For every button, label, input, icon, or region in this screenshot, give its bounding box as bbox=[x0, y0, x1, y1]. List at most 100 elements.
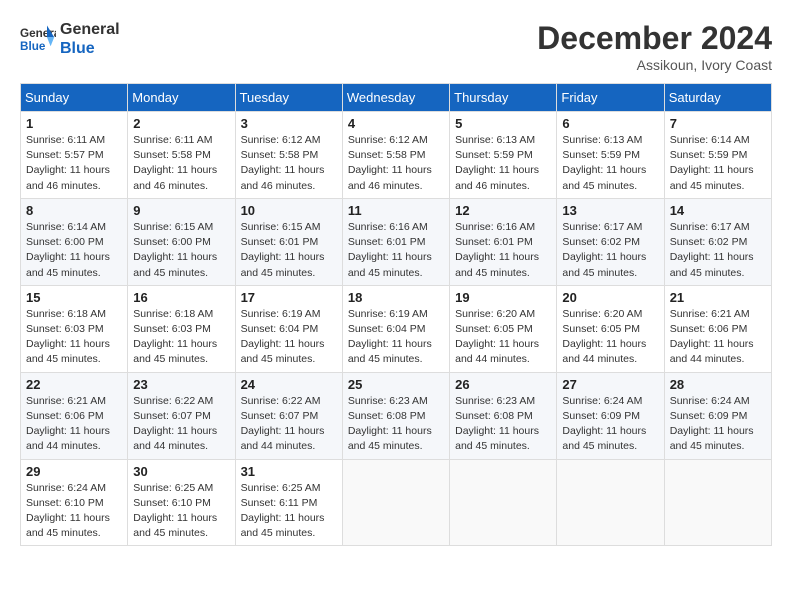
calendar-cell: 5 Sunrise: 6:13 AM Sunset: 5:59 PM Daylig… bbox=[450, 112, 557, 199]
calendar-table: SundayMondayTuesdayWednesdayThursdayFrid… bbox=[20, 83, 772, 546]
calendar-cell: 3Sunrise: 6:12 AM Sunset: 5:58 PM Daylig… bbox=[235, 112, 342, 199]
day-info: Sunrise: 6:11 AM Sunset: 5:57 PM Dayligh… bbox=[26, 133, 122, 194]
day-number: 5 bbox=[455, 116, 551, 131]
calendar-header-thursday: Thursday bbox=[450, 84, 557, 112]
calendar-cell: 2 Sunrise: 6:11 AM Sunset: 5:58 PM Daylig… bbox=[128, 112, 235, 199]
day-info: Sunrise: 6:19 AM Sunset: 6:04 PM Dayligh… bbox=[348, 307, 444, 368]
calendar-cell: 29 Sunrise: 6:24 AM Sunset: 6:10 PM Dayli… bbox=[21, 459, 128, 546]
day-info: Sunrise: 6:18 AM Sunset: 6:03 PM Dayligh… bbox=[26, 307, 122, 368]
day-number: 6 bbox=[562, 116, 658, 131]
day-number: 23 bbox=[133, 377, 229, 392]
calendar-week-1: 1Sunrise: 6:11 AM Sunset: 5:57 PM Daylig… bbox=[21, 112, 772, 199]
calendar-cell bbox=[557, 459, 664, 546]
day-info: Sunrise: 6:17 AM Sunset: 6:02 PM Dayligh… bbox=[670, 220, 766, 281]
day-info: Sunrise: 6:16 AM Sunset: 6:01 PM Dayligh… bbox=[455, 220, 551, 281]
calendar-cell: 14 Sunrise: 6:17 AM Sunset: 6:02 PM Dayli… bbox=[664, 198, 771, 285]
calendar-cell: 28 Sunrise: 6:24 AM Sunset: 6:09 PM Dayli… bbox=[664, 372, 771, 459]
day-number: 19 bbox=[455, 290, 551, 305]
day-info: Sunrise: 6:21 AM Sunset: 6:06 PM Dayligh… bbox=[26, 394, 122, 455]
svg-text:Blue: Blue bbox=[20, 40, 46, 53]
day-info: Sunrise: 6:25 AM Sunset: 6:11 PM Dayligh… bbox=[241, 481, 337, 542]
day-info: Sunrise: 6:13 AM Sunset: 5:59 PM Dayligh… bbox=[562, 133, 658, 194]
calendar-cell: 26Sunrise: 6:23 AM Sunset: 6:08 PM Dayli… bbox=[450, 372, 557, 459]
day-number: 11 bbox=[348, 203, 444, 218]
calendar-cell: 1Sunrise: 6:11 AM Sunset: 5:57 PM Daylig… bbox=[21, 112, 128, 199]
day-info: Sunrise: 6:11 AM Sunset: 5:58 PM Dayligh… bbox=[133, 133, 229, 194]
calendar-cell: 15Sunrise: 6:18 AM Sunset: 6:03 PM Dayli… bbox=[21, 285, 128, 372]
day-number: 28 bbox=[670, 377, 766, 392]
day-number: 12 bbox=[455, 203, 551, 218]
day-info: Sunrise: 6:20 AM Sunset: 6:05 PM Dayligh… bbox=[455, 307, 551, 368]
calendar-cell: 20 Sunrise: 6:20 AM Sunset: 6:05 PM Dayli… bbox=[557, 285, 664, 372]
day-info: Sunrise: 6:24 AM Sunset: 6:09 PM Dayligh… bbox=[562, 394, 658, 455]
day-info: Sunrise: 6:14 AM Sunset: 5:59 PM Dayligh… bbox=[670, 133, 766, 194]
calendar-header-tuesday: Tuesday bbox=[235, 84, 342, 112]
calendar-header-sunday: Sunday bbox=[21, 84, 128, 112]
day-info: Sunrise: 6:15 AM Sunset: 6:01 PM Dayligh… bbox=[241, 220, 337, 281]
calendar-cell bbox=[664, 459, 771, 546]
calendar-cell: 25Sunrise: 6:23 AM Sunset: 6:08 PM Dayli… bbox=[342, 372, 449, 459]
day-number: 14 bbox=[670, 203, 766, 218]
day-info: Sunrise: 6:25 AM Sunset: 6:10 PM Dayligh… bbox=[133, 481, 229, 542]
calendar-cell: 22Sunrise: 6:21 AM Sunset: 6:06 PM Dayli… bbox=[21, 372, 128, 459]
calendar-header-row: SundayMondayTuesdayWednesdayThursdayFrid… bbox=[21, 84, 772, 112]
day-number: 8 bbox=[26, 203, 122, 218]
calendar-cell bbox=[450, 459, 557, 546]
day-info: Sunrise: 6:16 AM Sunset: 6:01 PM Dayligh… bbox=[348, 220, 444, 281]
day-number: 18 bbox=[348, 290, 444, 305]
calendar-cell: 30 Sunrise: 6:25 AM Sunset: 6:10 PM Dayli… bbox=[128, 459, 235, 546]
day-info: Sunrise: 6:24 AM Sunset: 6:10 PM Dayligh… bbox=[26, 481, 122, 542]
day-number: 7 bbox=[670, 116, 766, 131]
day-info: Sunrise: 6:19 AM Sunset: 6:04 PM Dayligh… bbox=[241, 307, 337, 368]
day-number: 30 bbox=[133, 464, 229, 479]
calendar-cell bbox=[342, 459, 449, 546]
calendar-cell: 17 Sunrise: 6:19 AM Sunset: 6:04 PM Dayli… bbox=[235, 285, 342, 372]
day-number: 20 bbox=[562, 290, 658, 305]
calendar-cell: 24 Sunrise: 6:22 AM Sunset: 6:07 PM Dayli… bbox=[235, 372, 342, 459]
day-info: Sunrise: 6:18 AM Sunset: 6:03 PM Dayligh… bbox=[133, 307, 229, 368]
day-number: 31 bbox=[241, 464, 337, 479]
day-number: 25 bbox=[348, 377, 444, 392]
day-number: 2 bbox=[133, 116, 229, 131]
day-number: 29 bbox=[26, 464, 122, 479]
title-block: December 2024 Assikoun, Ivory Coast bbox=[537, 20, 772, 73]
calendar-header-saturday: Saturday bbox=[664, 84, 771, 112]
day-number: 24 bbox=[241, 377, 337, 392]
day-number: 4 bbox=[348, 116, 444, 131]
day-info: Sunrise: 6:22 AM Sunset: 6:07 PM Dayligh… bbox=[241, 394, 337, 455]
day-info: Sunrise: 6:14 AM Sunset: 6:00 PM Dayligh… bbox=[26, 220, 122, 281]
calendar-cell: 6 Sunrise: 6:13 AM Sunset: 5:59 PM Daylig… bbox=[557, 112, 664, 199]
calendar-cell: 8 Sunrise: 6:14 AM Sunset: 6:00 PM Daylig… bbox=[21, 198, 128, 285]
day-number: 21 bbox=[670, 290, 766, 305]
logo-icon: General Blue bbox=[20, 21, 56, 57]
calendar-cell: 4 Sunrise: 6:12 AM Sunset: 5:58 PM Daylig… bbox=[342, 112, 449, 199]
calendar-cell: 23Sunrise: 6:22 AM Sunset: 6:07 PM Dayli… bbox=[128, 372, 235, 459]
day-number: 16 bbox=[133, 290, 229, 305]
day-info: Sunrise: 6:20 AM Sunset: 6:05 PM Dayligh… bbox=[562, 307, 658, 368]
day-info: Sunrise: 6:12 AM Sunset: 5:58 PM Dayligh… bbox=[348, 133, 444, 194]
logo-line1: General bbox=[60, 20, 120, 39]
day-info: Sunrise: 6:23 AM Sunset: 6:08 PM Dayligh… bbox=[455, 394, 551, 455]
calendar-cell: 27 Sunrise: 6:24 AM Sunset: 6:09 PM Dayli… bbox=[557, 372, 664, 459]
calendar-week-3: 15Sunrise: 6:18 AM Sunset: 6:03 PM Dayli… bbox=[21, 285, 772, 372]
day-number: 10 bbox=[241, 203, 337, 218]
calendar-header-wednesday: Wednesday bbox=[342, 84, 449, 112]
calendar-cell: 31 Sunrise: 6:25 AM Sunset: 6:11 PM Dayli… bbox=[235, 459, 342, 546]
calendar-cell: 10 Sunrise: 6:15 AM Sunset: 6:01 PM Dayli… bbox=[235, 198, 342, 285]
location-subtitle: Assikoun, Ivory Coast bbox=[537, 57, 772, 73]
day-info: Sunrise: 6:13 AM Sunset: 5:59 PM Dayligh… bbox=[455, 133, 551, 194]
month-title: December 2024 bbox=[537, 20, 772, 57]
calendar-cell: 11 Sunrise: 6:16 AM Sunset: 6:01 PM Dayli… bbox=[342, 198, 449, 285]
calendar-header-monday: Monday bbox=[128, 84, 235, 112]
day-info: Sunrise: 6:24 AM Sunset: 6:09 PM Dayligh… bbox=[670, 394, 766, 455]
calendar-header-friday: Friday bbox=[557, 84, 664, 112]
day-info: Sunrise: 6:15 AM Sunset: 6:00 PM Dayligh… bbox=[133, 220, 229, 281]
calendar-week-2: 8 Sunrise: 6:14 AM Sunset: 6:00 PM Daylig… bbox=[21, 198, 772, 285]
day-info: Sunrise: 6:17 AM Sunset: 6:02 PM Dayligh… bbox=[562, 220, 658, 281]
calendar-cell: 19 Sunrise: 6:20 AM Sunset: 6:05 PM Dayli… bbox=[450, 285, 557, 372]
calendar-week-5: 29 Sunrise: 6:24 AM Sunset: 6:10 PM Dayli… bbox=[21, 459, 772, 546]
calendar-cell: 7 Sunrise: 6:14 AM Sunset: 5:59 PM Daylig… bbox=[664, 112, 771, 199]
day-number: 27 bbox=[562, 377, 658, 392]
page-header: General Blue General Blue December 2024 … bbox=[20, 20, 772, 73]
day-number: 17 bbox=[241, 290, 337, 305]
